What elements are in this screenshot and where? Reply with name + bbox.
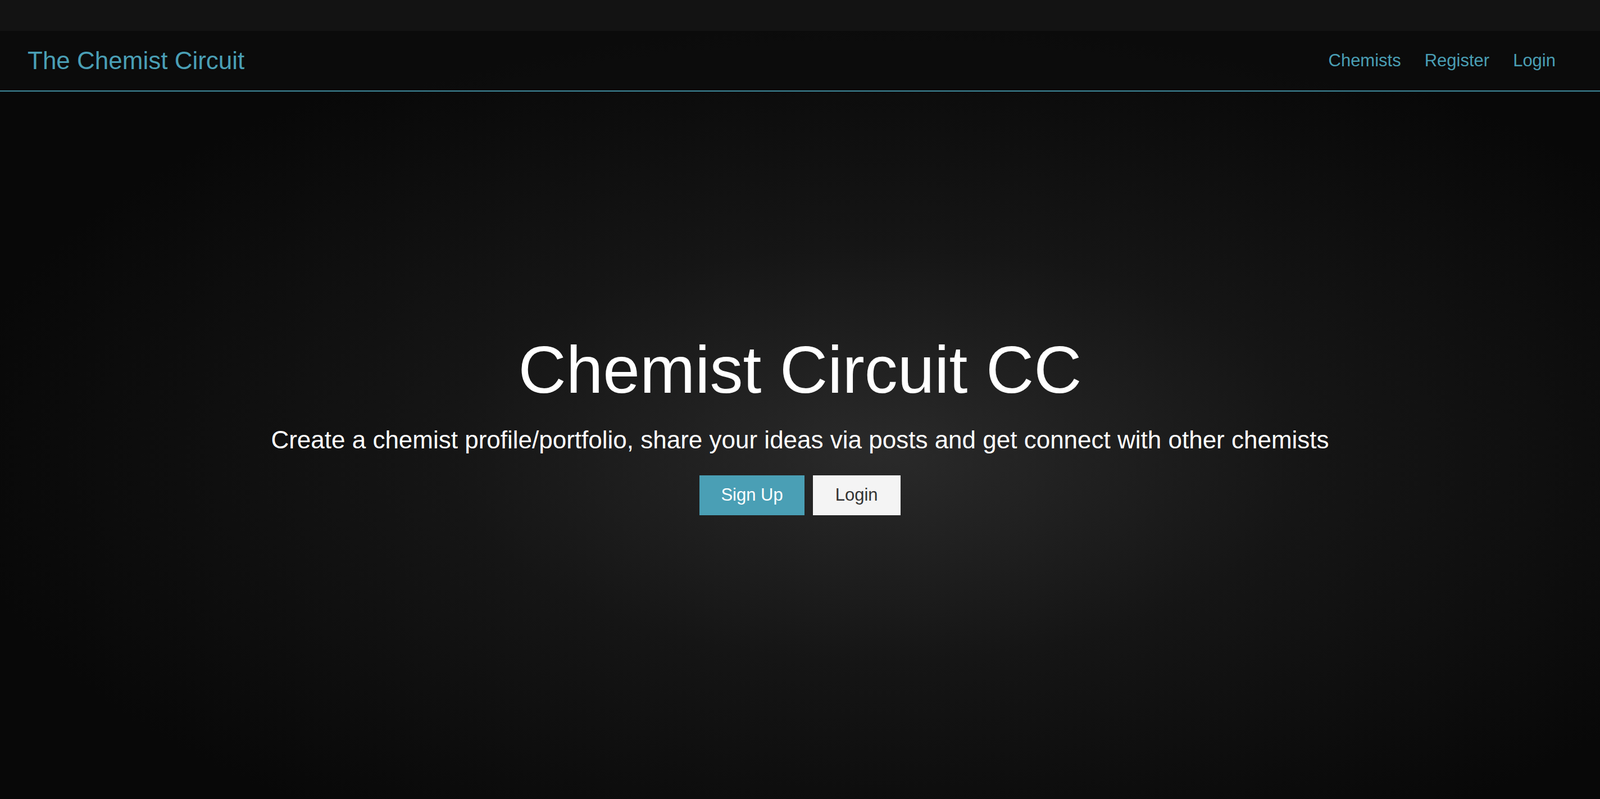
nav-link[interactable]: Login — [1512, 47, 1556, 75]
top-strip — [0, 0, 1600, 31]
navbar: The Chemist Circuit Chemists Register Login — [0, 30, 1600, 92]
hero-subtitle: Create a chemist profile/portfolio, shar… — [270, 421, 1329, 459]
login-button[interactable]: Login — [812, 475, 901, 516]
nav-link[interactable]: Chemists — [1328, 47, 1402, 75]
sign-up-button[interactable]: Sign Up — [699, 475, 804, 516]
hero: Chemist Circuit CC Create a chemist profi… — [0, 91, 1600, 799]
hero-title: Chemist Circuit CC — [517, 330, 1082, 411]
hero-background: The Chemist Circuit Chemists Register Login… — [0, 30, 1600, 799]
brand-link[interactable]: The Chemist Circuit — [27, 42, 245, 80]
page: The Chemist Circuit Chemists Register Login… — [0, 0, 1600, 799]
nav-link[interactable]: Register — [1424, 47, 1490, 75]
nav-links: Chemists Register Login — [1328, 47, 1574, 75]
hero-buttons: Sign UpLogin — [699, 475, 900, 516]
